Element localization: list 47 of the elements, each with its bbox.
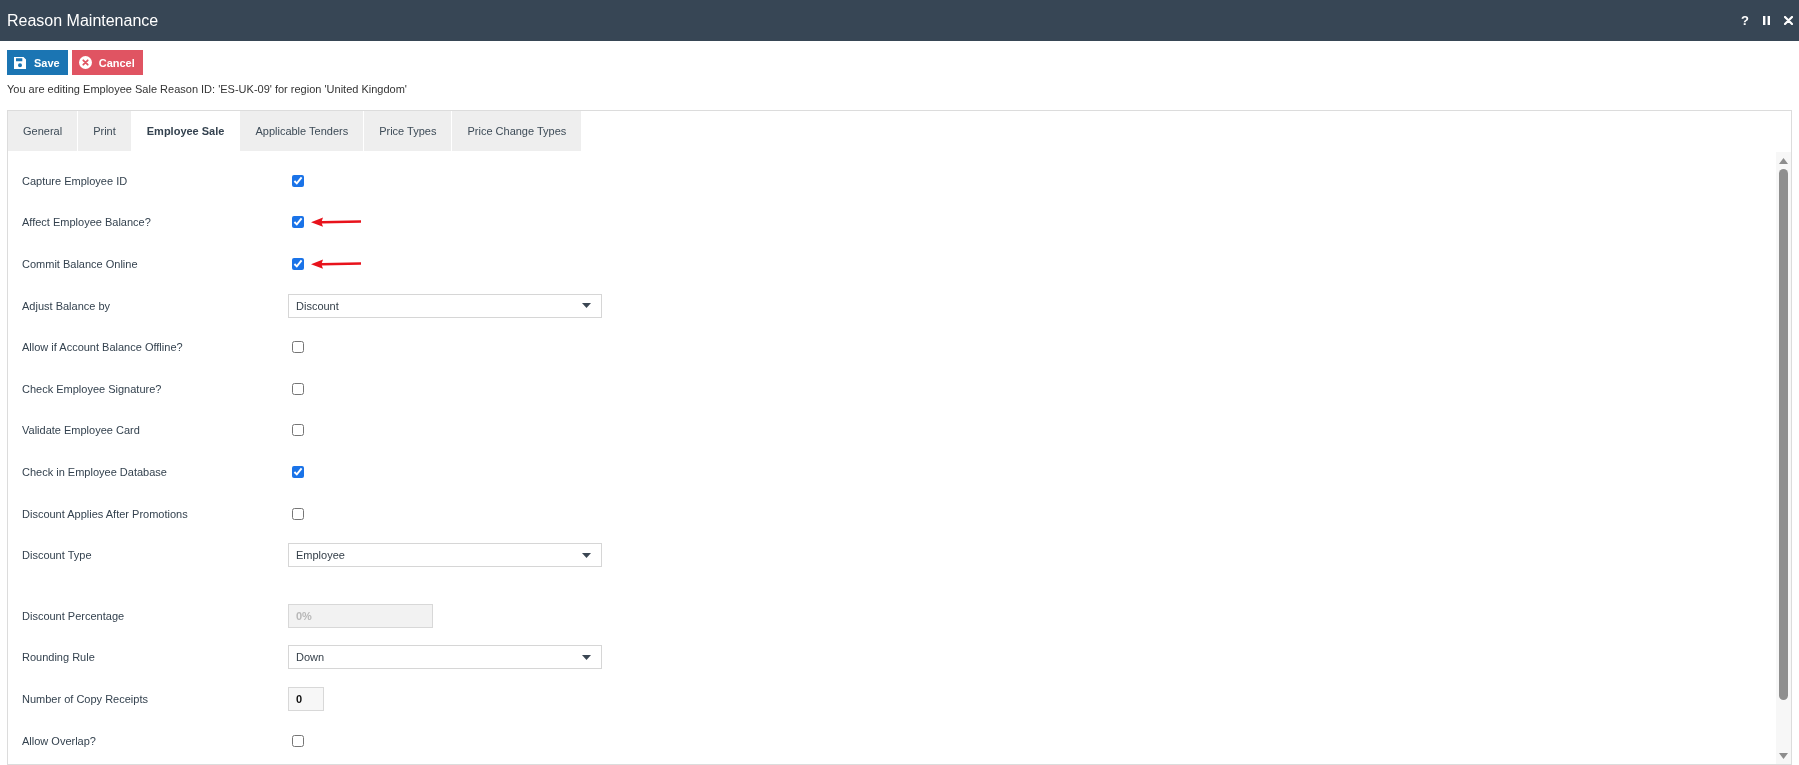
tab[interactable]: Print xyxy=(78,111,131,151)
field-label: Discount Type xyxy=(22,549,93,562)
close-icon[interactable] xyxy=(1784,16,1793,25)
scroll-down-icon[interactable] xyxy=(1779,753,1788,759)
checkbox[interactable] xyxy=(292,734,304,747)
field-label: Check Employee Signature? xyxy=(22,382,163,395)
scrollbar[interactable] xyxy=(1776,152,1791,764)
dropdown[interactable]: Down xyxy=(288,645,602,670)
caret-icon xyxy=(582,552,591,558)
checkbox[interactable] xyxy=(292,424,304,437)
field-label: Rounding Rule xyxy=(22,651,96,664)
dropdown[interactable]: Discount xyxy=(288,293,602,318)
tab[interactable]: Price Change Types xyxy=(452,111,582,151)
tab[interactable]: Price Types xyxy=(364,111,452,151)
checkbox[interactable] xyxy=(292,382,304,395)
checkbox[interactable] xyxy=(292,258,304,270)
field-label: Check in Employee Database xyxy=(22,465,168,478)
help-button[interactable]: ? xyxy=(1741,14,1749,27)
field-label: Allow Overlap? xyxy=(22,734,97,747)
scroll-thumb[interactable] xyxy=(1779,169,1788,700)
save-button[interactable]: Save xyxy=(7,50,68,75)
field-label: Validate Employee Card xyxy=(22,424,141,437)
dropdown[interactable]: Employee xyxy=(288,543,602,568)
tab[interactable]: Applicable Tenders xyxy=(240,111,364,151)
scroll-up-icon[interactable] xyxy=(1779,158,1788,164)
field-label: Allow if Account Balance Offline? xyxy=(22,341,184,354)
cancel-button[interactable]: Cancel xyxy=(71,50,143,75)
checkbox[interactable] xyxy=(292,507,304,520)
field-label: Affect Employee Balance? xyxy=(22,216,152,229)
checkbox[interactable] xyxy=(292,465,304,478)
caret-icon xyxy=(582,303,591,309)
tab[interactable]: General xyxy=(8,111,78,151)
field-label: Discount Percentage xyxy=(22,609,126,622)
checkbox[interactable] xyxy=(292,216,304,229)
window-title: Reason Maintenance xyxy=(7,11,160,30)
pause-icon[interactable] xyxy=(1763,16,1770,25)
field-label: Adjust Balance by xyxy=(22,299,112,312)
field-label: Commit Balance Online xyxy=(22,258,139,270)
field-label: Discount Applies After Promotions xyxy=(22,507,189,520)
x-circle-icon xyxy=(78,56,92,69)
checkbox[interactable] xyxy=(292,174,304,187)
field-label: Number of Copy Receipts xyxy=(22,692,149,705)
checkbox[interactable] xyxy=(292,341,304,354)
caret-icon xyxy=(582,654,591,660)
field-label: Capture Employee ID xyxy=(22,174,129,187)
info-text: You are editing Employee Sale Reason ID: 'ES-UK-09' for region 'United Kingdom' xyxy=(6,83,408,96)
text-field[interactable]: 0 xyxy=(288,686,324,711)
